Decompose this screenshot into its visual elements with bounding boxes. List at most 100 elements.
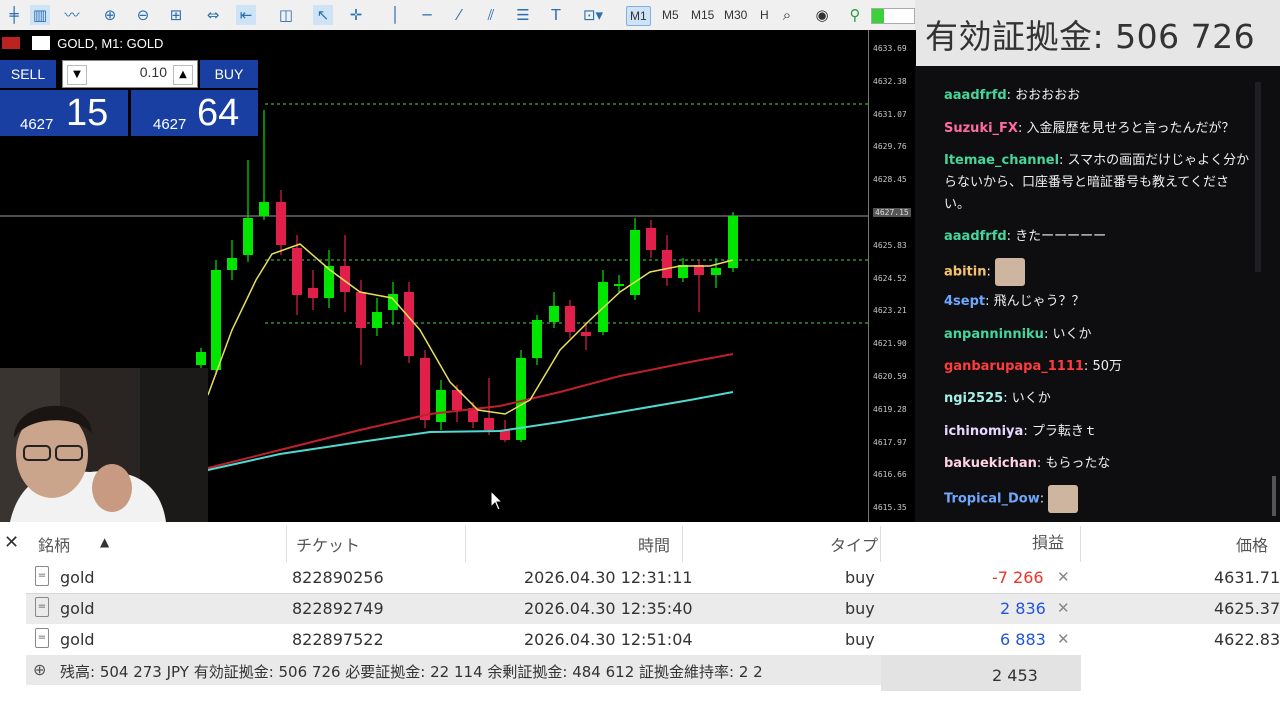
header-price[interactable]: 価格 [1236,532,1268,556]
price-label: 4625.83 [873,240,907,250]
chat-separator: : [1059,153,1068,168]
timeframe-m5[interactable]: M5 [659,6,682,24]
candle-body [243,218,253,255]
horizontal-line-icon[interactable]: ─ [417,5,437,25]
chat-scrollbar[interactable] [1255,82,1261,272]
sort-asc-icon[interactable]: ▲ [100,535,109,549]
buy-button[interactable]: BUY [200,60,258,88]
chat-username[interactable]: Tropical_Dow [944,492,1040,507]
volume-value: 0.10 [139,64,167,80]
summary-expand-icon[interactable]: ⊕ [33,660,46,679]
grid-icon[interactable]: ⊞ [166,5,186,25]
chat-username[interactable]: aaadfrfd [944,88,1007,103]
timeframe-m1[interactable]: M1 [626,6,651,26]
chat-username[interactable]: ganbarupapa_1111 [944,359,1084,374]
candle-body [372,312,382,328]
candle-body [614,284,624,286]
price-label: 4633.69 [873,44,907,53]
line-chart-icon[interactable]: 〰 [62,5,82,25]
candle-body [308,288,318,298]
chat-message: aaadfrfd: きたーーーーー [944,226,1254,248]
shapes-icon[interactable]: ⊡▾ [578,5,608,25]
chat-separator: : [986,264,995,280]
chat-message: bakuekichan: もらったな [944,453,1254,475]
volume-down-icon[interactable]: ▼ [67,65,87,85]
candles-icon[interactable]: ▥ [30,5,50,25]
zoom-in-icon[interactable]: ⊕ [100,5,120,25]
text-icon[interactable]: T [546,5,566,25]
chart-title-bar: GOLD, M1: GOLD [0,33,163,55]
chat-separator: : [1006,229,1016,244]
chat-username[interactable]: Suzuki_FX [944,121,1018,136]
close-position-icon[interactable]: ✕ [1057,630,1070,648]
trendline-icon[interactable]: ⁄ [449,5,469,25]
streamer-image [0,368,208,522]
price-label: 4620.59 [873,372,907,381]
chat-username[interactable]: Itemae_channel [944,153,1059,168]
sell-button[interactable]: SELL [0,60,56,88]
cursor-icon[interactable]: ↖ [313,5,333,25]
timeframe-m15[interactable]: M15 [688,6,717,24]
zoom-out-icon[interactable]: ⊖ [133,5,153,25]
symbol-icon [31,36,50,50]
candle-body [324,266,334,298]
crosshair-icon[interactable]: ✛ [346,5,366,25]
header-profit[interactable]: 損益 [1032,529,1064,553]
candle-body [227,258,237,270]
buy-price[interactable]: 4627 64 [131,90,258,136]
chat-username[interactable]: abitin [944,265,986,280]
fibo-icon[interactable]: ☰ [513,5,533,25]
cell-price: 4625.37 [1214,599,1280,618]
candle-body [196,352,206,365]
vertical-line-icon[interactable]: │ [385,5,405,25]
chat-username[interactable]: 4sept [944,294,985,309]
chat-username[interactable]: bakuekichan [944,456,1037,471]
volume-up-icon[interactable]: ▲ [173,65,193,85]
timeframe-m30[interactable]: M30 [721,6,750,24]
timeframe-h[interactable]: H [757,6,772,24]
header-time[interactable]: 時間 [638,532,670,556]
candle-body [436,390,446,422]
close-position-icon[interactable]: ✕ [1057,599,1070,617]
cell-type: buy [845,630,875,649]
sell-price[interactable]: 4627 15 [0,90,128,136]
search-icon[interactable]: ⌕ [777,5,797,25]
autoscroll-icon[interactable]: ⇔ [203,5,223,25]
webcam-overlay [0,368,208,522]
account-icon[interactable]: ◉ [812,5,832,25]
price-label: 4629.76 [873,142,907,152]
price-label: 4621.90 [873,339,907,349]
header-symbol[interactable]: 銘柄 [38,532,70,556]
candle-body [549,306,559,322]
price-label: 4631.07 [873,109,907,119]
close-position-icon[interactable]: ✕ [1057,568,1070,586]
chat-username[interactable]: aaadfrfd [944,229,1007,244]
channel-icon[interactable]: ⫽ [481,5,501,25]
cell-profit: 2 836 [1000,599,1046,618]
chat-message: ngi2525: いくか [944,388,1254,410]
chart-shift-icon[interactable]: ⇤ [236,5,256,25]
candle-body [292,248,302,295]
buy-price-big: 64 [197,92,240,134]
cell-ticket: 822897522 [292,630,384,649]
chat-message: Itemae_channel: スマホの画面だけじゃよく分からないから、口座番号… [944,150,1254,216]
candle-body [711,268,721,275]
sell-price-prefix: 4627 [20,116,54,133]
screenshot-icon[interactable]: ◫ [276,5,296,25]
price-axis: 4633.69 4632.38 4631.07 4629.76 4628.45 4627.… [868,30,916,522]
header-ticket[interactable]: チケット [296,532,360,556]
chat-scroll-thumb[interactable] [1272,476,1276,516]
bar-chart-icon[interactable]: ╪ [4,5,24,25]
price-label: 4616.66 [873,470,907,480]
menu-icon[interactable] [2,37,20,49]
chat-username[interactable]: ngi2525 [944,391,1003,406]
emote-icon [994,258,1025,286]
header-type[interactable]: タイプ [830,532,878,556]
close-icon[interactable]: ✕ [4,532,19,553]
chat-text: 飛んじゃう？？ [993,294,1085,309]
volume-field[interactable]: ▼ 0.10 ▲ [62,60,198,88]
chat-username[interactable]: ichinomiya [944,424,1023,439]
chat-separator: : [1023,424,1032,439]
chat-username[interactable]: anpanninniku [944,327,1044,342]
chat-message: anpanninniku: いくか [944,324,1254,346]
